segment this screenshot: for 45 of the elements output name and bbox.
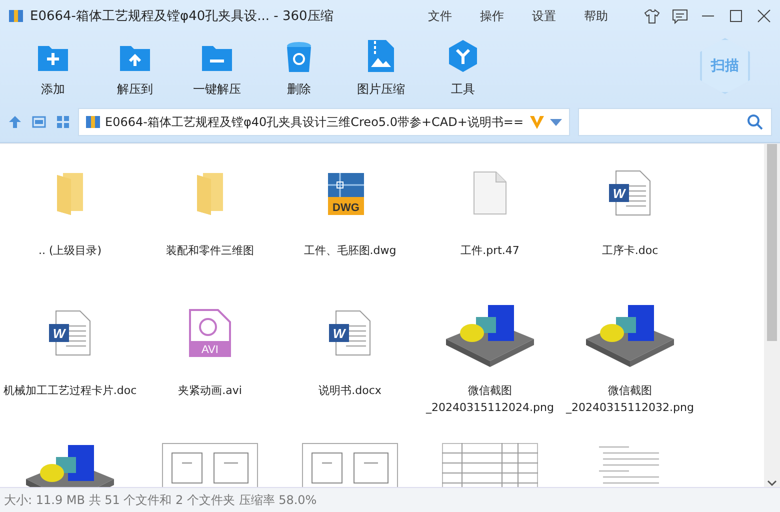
file-name[interactable]: 机械加工工艺过程卡片.doc bbox=[1, 382, 139, 399]
toolbar-button[interactable]: 删除 bbox=[258, 36, 340, 98]
menu-item[interactable]: 操作 bbox=[480, 8, 504, 24]
status-text: 大小: 11.9 MB 共 51 个文件和 2 个文件夹 压缩率 58.0% bbox=[0, 487, 780, 512]
menu-item[interactable]: 文件 bbox=[428, 8, 452, 24]
recycle-bin-icon bbox=[286, 40, 312, 72]
toolbar-button[interactable]: 工具 bbox=[422, 36, 504, 98]
file-name[interactable]: 夹紧动画.avi bbox=[141, 382, 279, 399]
file-name[interactable]: 工件、毛胚图.dwg bbox=[281, 242, 419, 259]
window-title: E0664-箱体工艺规程及镗φ40孔夹具设... - 360压缩 bbox=[30, 8, 334, 25]
file-name[interactable]: 工件.prt.47 bbox=[421, 242, 559, 259]
toolbar-button[interactable]: 图片压缩 bbox=[340, 36, 422, 98]
close-icon[interactable] bbox=[756, 8, 772, 24]
toolbar-button[interactable]: 一键解压 bbox=[176, 36, 258, 98]
search-icon bbox=[747, 114, 763, 130]
menu-item[interactable]: 帮助 bbox=[584, 8, 608, 24]
list-view-icon[interactable] bbox=[32, 115, 46, 129]
path-field[interactable]: E0664-箱体工艺规程及镗φ40孔夹具设计三维Creo5.0带参+CAD+说明书== bbox=[78, 108, 570, 136]
file-name[interactable]: 微信截图_20240315112024.png bbox=[421, 382, 559, 416]
up-arrow-icon[interactable] bbox=[8, 115, 22, 129]
file-name[interactable]: 说明书.docx bbox=[281, 382, 419, 399]
grid-view-icon[interactable] bbox=[56, 115, 70, 129]
menu-item[interactable]: 设置 bbox=[532, 8, 556, 24]
scroll-down-icon[interactable] bbox=[767, 479, 777, 487]
dropdown-caret-icon[interactable] bbox=[549, 117, 563, 127]
archive-icon bbox=[8, 8, 24, 24]
file-name[interactable]: 微信截图_20240315112032.png bbox=[561, 382, 699, 416]
video-file-icon: AVI bbox=[188, 309, 232, 357]
file-name[interactable]: 工序卡.doc bbox=[561, 242, 699, 259]
image-zip-icon bbox=[367, 38, 395, 72]
maximize-icon[interactable] bbox=[728, 8, 744, 24]
v-logo-icon bbox=[529, 114, 545, 130]
scrollbar-thumb[interactable] bbox=[767, 144, 777, 340]
search-field[interactable] bbox=[578, 108, 772, 136]
archive-icon bbox=[85, 114, 101, 130]
message-icon[interactable] bbox=[672, 8, 688, 24]
file-name[interactable]: 装配和零件三维图 bbox=[141, 242, 279, 259]
shirt-icon[interactable] bbox=[644, 8, 660, 24]
folder-icon bbox=[195, 171, 225, 215]
folder-icon bbox=[55, 171, 85, 215]
toolbar-button[interactable]: 添加 bbox=[12, 36, 94, 98]
blank-file-icon bbox=[473, 171, 507, 215]
file-name[interactable]: .. (上级目录) bbox=[1, 242, 139, 259]
toolbar-button[interactable]: 解压到 bbox=[94, 36, 176, 98]
hexagon-icon bbox=[447, 38, 479, 72]
